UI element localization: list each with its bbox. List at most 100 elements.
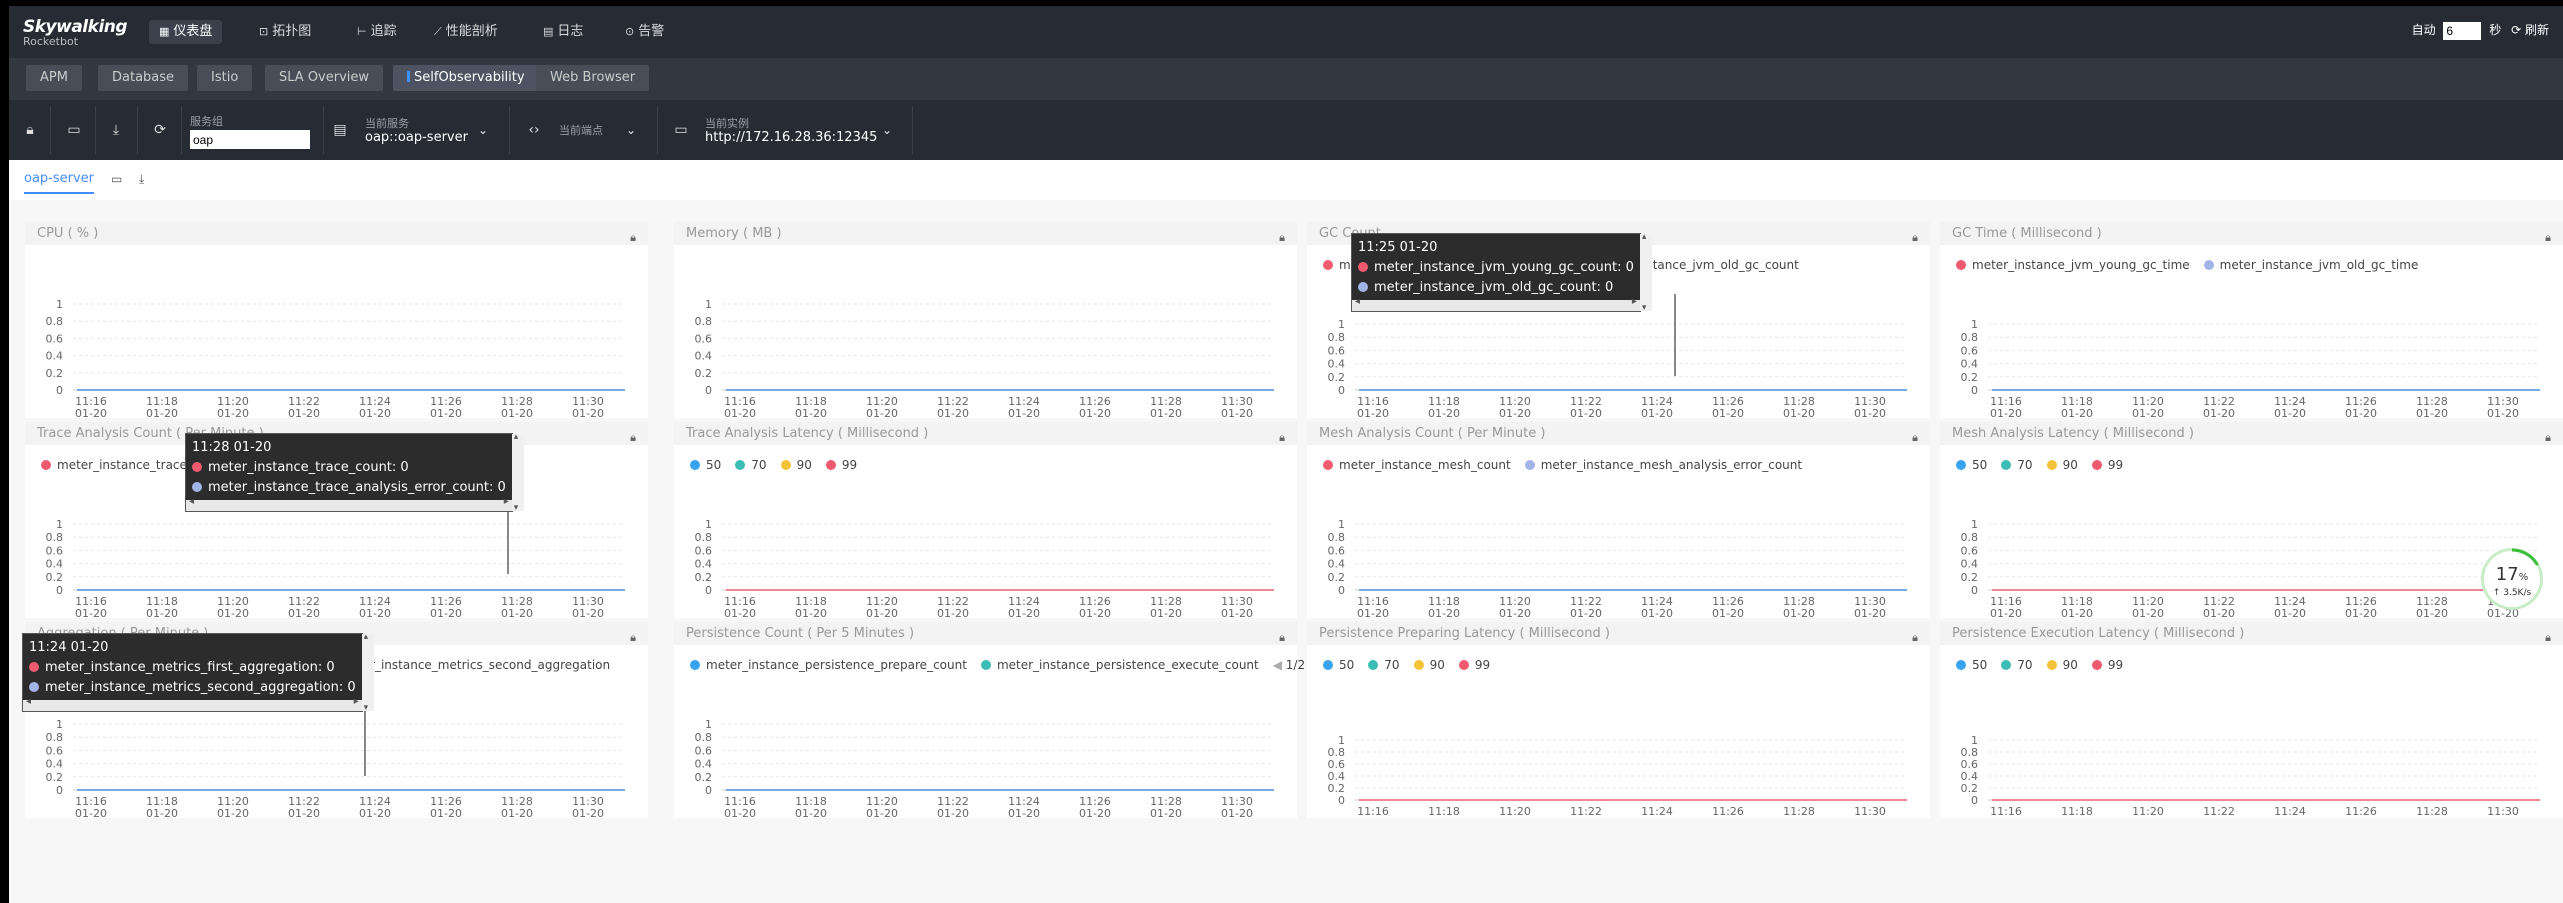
chart-card: Memory ( MB ) 🔒︎ 1 0.8 0.6 0.4 0.2 0 11:16 01-20 1…	[674, 222, 1297, 418]
current-service-select[interactable]: oap::oap-server	[365, 130, 468, 145]
y-tick-label: 0	[1338, 584, 1345, 597]
current-endpoint-label[interactable]: 当前端点	[559, 122, 603, 138]
x-tick-date: 01-20	[795, 407, 827, 418]
chart-card-header: GC Time ( Millisecond ) 🔒︎	[1940, 222, 2563, 245]
refresh-interval-input[interactable]	[2443, 21, 2482, 40]
x-tick-date: 01-20	[1079, 807, 1111, 818]
nav-item[interactable]: ▤ 日志	[533, 20, 593, 44]
lock-icon[interactable]: 🔒︎	[1912, 626, 1918, 649]
x-tick-date: 01-20	[217, 407, 249, 418]
y-tick-label: 0.6	[46, 544, 64, 557]
lock-icon[interactable]: 🔒︎	[2545, 426, 2551, 449]
y-tick-label: 0	[56, 384, 63, 397]
folder-icon[interactable]: ▭	[111, 172, 122, 186]
folder-icon[interactable]: ▭	[65, 121, 83, 139]
chart-title: CPU ( % )	[37, 226, 99, 241]
current-instance-select[interactable]: http://172.16.28.36:12345	[705, 130, 877, 145]
seconds-label: 秒	[2489, 23, 2502, 37]
chevron-down-icon[interactable]: ⌄	[882, 123, 892, 137]
dashboard-tab[interactable]: SelfObservability	[393, 65, 539, 91]
network-speed-gauge[interactable]: 17% ↑ 3.5K/s	[2481, 548, 2543, 610]
y-tick-label: 1	[1338, 318, 1345, 331]
dashboard-tab[interactable]: Istio	[197, 65, 253, 91]
tooltip-scrollbar[interactable]	[1639, 232, 1652, 313]
x-tick-date: 01-20	[430, 607, 462, 618]
refresh-icon[interactable]: ⟳	[2511, 23, 2521, 37]
tooltip-scrollbar[interactable]	[1352, 296, 1640, 311]
monitor-icon: ▭	[674, 122, 688, 138]
tooltip-scrollbar[interactable]	[361, 632, 374, 713]
tab-oap-server[interactable]: oap-server	[24, 171, 95, 194]
nav-item[interactable]: ⊢ 追踪	[347, 20, 407, 44]
gauge-percent: 17%	[2495, 564, 2529, 585]
lock-icon[interactable]: 🔒︎	[1279, 426, 1285, 449]
x-tick-date: 01-20	[75, 407, 107, 418]
y-tick-label: 1	[1971, 318, 1978, 331]
lock-icon[interactable]: 🔒︎	[1912, 426, 1918, 449]
auto-label[interactable]: 自动	[2412, 23, 2436, 37]
x-tick-date: 01-20	[146, 407, 178, 418]
chevron-down-icon[interactable]: ⌄	[626, 123, 636, 137]
logo-title: Skywalking	[23, 17, 128, 37]
x-tick-date: 01-20	[288, 607, 320, 618]
tooltip-text: meter_instance_jvm_old_gc_count: 0	[1374, 280, 1614, 295]
y-tick-label: 0.4	[695, 758, 713, 771]
x-tick-date: 01-20	[501, 807, 533, 818]
tooltip-scrollbar[interactable]	[23, 696, 362, 711]
chevron-down-icon[interactable]: ⌄	[478, 123, 488, 137]
y-tick-label: 0	[705, 784, 712, 797]
lock-icon[interactable]: 🔒︎	[1279, 626, 1285, 649]
tooltip-scrollbar[interactable]	[186, 496, 512, 511]
refresh-button[interactable]: 刷新	[2525, 23, 2549, 37]
dashboard-tab[interactable]: Web Browser	[536, 65, 650, 91]
y-tick-label: 0.4	[1961, 558, 1979, 571]
logo[interactable]: Skywalking Rocketbot	[23, 17, 128, 48]
download-icon[interactable]: ⤓	[107, 121, 125, 139]
tooltip-text: meter_instance_trace_count: 0	[208, 460, 409, 475]
lock-icon[interactable]: 🔒︎	[630, 426, 636, 449]
lock-icon[interactable]: 🔒︎	[630, 226, 636, 249]
lock-icon[interactable]: 🔒︎	[21, 121, 39, 139]
service-group-input[interactable]	[190, 130, 310, 149]
reload-icon[interactable]: ⟳	[151, 121, 169, 139]
x-tick-date: 01-20	[2061, 817, 2093, 818]
lock-icon[interactable]: 🔒︎	[630, 626, 636, 649]
y-tick-label: 0.6	[695, 332, 713, 345]
tooltip-scrollbar[interactable]	[511, 432, 524, 513]
x-tick-date: 01-20	[1499, 817, 1531, 818]
y-tick-label: 0.6	[46, 744, 64, 757]
nav-item[interactable]: ⊙ 告警	[615, 20, 674, 44]
lock-icon[interactable]: 🔒︎	[2545, 226, 2551, 249]
nav-item[interactable]: ⊡ 拓扑图	[249, 20, 321, 44]
dashboard-tab[interactable]: APM	[26, 65, 82, 91]
nav-item[interactable]: ⟋ 性能剖析	[424, 20, 508, 44]
y-tick-label: 1	[56, 518, 63, 531]
x-tick-date: 01-20	[1150, 607, 1182, 618]
y-tick-label: 0.4	[46, 558, 64, 571]
x-tick-date: 01-20	[359, 607, 391, 618]
nav-item[interactable]: ▦ 仪表盘	[149, 20, 223, 44]
x-tick-date: 01-20	[75, 807, 107, 818]
dashboard-tab[interactable]: Database	[98, 65, 189, 91]
x-tick-date: 01-20	[1499, 607, 1531, 618]
x-tick-date: 01-20	[795, 807, 827, 818]
current-instance-label: 当前实例	[705, 117, 749, 130]
tooltip-row: meter_instance_jvm_young_gc_count: 0	[1358, 258, 1634, 278]
lock-icon[interactable]: 🔒︎	[1912, 226, 1918, 249]
x-tick-date: 01-20	[572, 807, 604, 818]
y-tick-label: 0.2	[1961, 371, 1979, 384]
dashboard-tab[interactable]: SLA Overview	[265, 65, 384, 91]
y-tick-label: 0.2	[1328, 371, 1346, 384]
nav-item-label: 日志	[557, 24, 584, 39]
tooltip-dot-icon	[29, 682, 39, 692]
lock-icon[interactable]: 🔒︎	[1279, 226, 1285, 249]
gauge-speed: ↑ 3.5K/s	[2492, 588, 2532, 598]
x-tick-date: 01-20	[1428, 607, 1460, 618]
chart-card: CPU ( % ) 🔒︎ 1 0.8 0.6 0.4 0.2 0 11:16 01-20 11:18…	[25, 222, 648, 418]
x-tick-date: 01-20	[75, 607, 107, 618]
download-icon[interactable]: ⤓	[139, 172, 144, 187]
y-tick-label: 0.8	[695, 531, 713, 544]
y-tick-label: 0.8	[1961, 531, 1979, 544]
chart-card-header: Mesh Analysis Latency ( Millisecond ) 🔒︎	[1940, 422, 2563, 445]
lock-icon[interactable]: 🔒︎	[2545, 626, 2551, 649]
